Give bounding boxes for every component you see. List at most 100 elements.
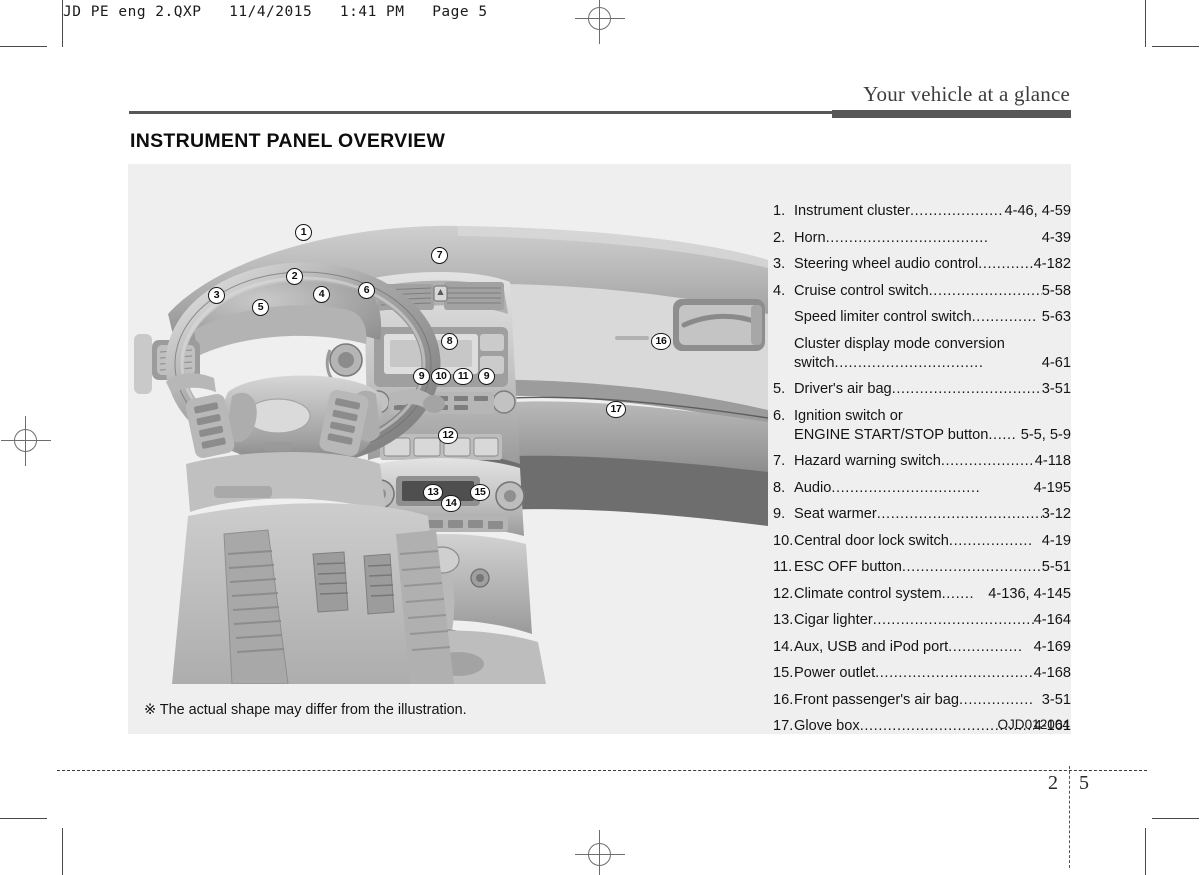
callout-8: 8: [441, 333, 458, 350]
index-label: Climate control system: [794, 585, 942, 602]
index-label: Cluster display mode conversion: [794, 335, 1005, 352]
index-item: 3. Steering wheel audio control ........…: [773, 255, 1071, 273]
page-title: INSTRUMENT PANEL OVERVIEW: [130, 130, 446, 152]
index-leader: ......................: [940, 453, 1035, 469]
callout-5: 5: [252, 299, 269, 316]
index-number: 12.: [773, 585, 794, 602]
index-item-sub: Cluster display mode conversion: [794, 335, 1071, 353]
index-label: ENGINE START/STOP button: [794, 426, 989, 443]
index-page-ref: 4-136, 4-145: [988, 585, 1071, 602]
index-number: 6.: [773, 407, 786, 424]
chapter-number: 2: [1048, 772, 1058, 794]
index-page-ref: 4-46, 4-59: [1004, 203, 1071, 219]
registration-mark-bottom: [575, 830, 625, 875]
index-leader: ............: [978, 256, 1034, 272]
index-number: 14.: [773, 638, 794, 655]
index-leader: ................................: [834, 354, 984, 371]
index-item: 13. Cigar lighter ......................…: [773, 611, 1071, 629]
illustration-footnote: ※ The actual shape may differ from the i…: [144, 702, 467, 718]
crop-mark-top-left-h: [0, 46, 47, 47]
index-number: 7.: [773, 453, 786, 469]
index-page-ref: 3-51: [1041, 691, 1071, 708]
index-label: Speed limiter control switch: [794, 309, 972, 325]
index-page-ref: 4-169: [1033, 638, 1071, 655]
index-page-ref: 4-182: [1033, 256, 1071, 272]
header-rule-thin: [129, 111, 832, 114]
index-number: 17.: [773, 718, 794, 734]
crop-mark-top-right-h: [1152, 46, 1199, 47]
figure-code: OJD012004: [997, 717, 1070, 732]
fold-dash-line: [57, 770, 1147, 771]
index-label: Ignition switch or: [794, 407, 903, 424]
index-item-sub: ENGINE START/STOP button ...... 5-5, 5-9: [794, 426, 1071, 444]
index-label: Cigar lighter: [794, 612, 873, 628]
index-number: 8.: [773, 479, 786, 496]
index-leader: ..............................: [901, 559, 1042, 575]
callout-7: 7: [431, 247, 448, 264]
index-leader: ..............: [971, 309, 1037, 325]
callout-4: 4: [313, 286, 330, 303]
index-number: 1.: [773, 203, 786, 219]
callout-13: 13: [423, 484, 443, 501]
index-item: 7. Hazard warning switch ...............…: [773, 452, 1071, 470]
index-item: 14. Aux, USB and iPod port .............…: [773, 638, 1071, 656]
index-label: Seat warmer: [794, 506, 877, 522]
index-item: 12. Climate control system ....... 4-136…: [773, 585, 1071, 603]
index-label: Cruise control switch: [794, 282, 929, 299]
header-rule-thick: [832, 110, 1071, 118]
callout-9-right: 9: [478, 368, 495, 385]
index-number: 13.: [773, 612, 794, 628]
index-number: 2.: [773, 229, 786, 246]
index-page-ref: 3-51: [1041, 381, 1071, 397]
callout-12: 12: [438, 427, 458, 444]
index-item: 4. Cruise control switch ...............…: [773, 282, 1071, 300]
index-number: 9.: [773, 506, 786, 522]
index-leader: ........................................: [876, 506, 1042, 522]
crop-mark-top-right-v: [1145, 0, 1146, 47]
index-page-ref: 4-61: [1041, 354, 1071, 371]
index-page-ref: 4-195: [1033, 479, 1071, 496]
index-page-ref: 4-168: [1033, 665, 1071, 681]
callout-2: 2: [286, 268, 303, 285]
page-number: 5: [1079, 772, 1089, 794]
callout-1: 1: [295, 224, 312, 241]
index-page-ref: 4-164: [1033, 612, 1071, 628]
index-leader: ................: [959, 691, 1034, 708]
callout-6: 6: [358, 282, 375, 299]
index-number: 4.: [773, 282, 786, 299]
index-leader: ...................................: [825, 229, 989, 246]
index-number: 5.: [773, 381, 786, 397]
index-page-ref: 5-51: [1041, 559, 1071, 575]
component-index-list: 1. Instrument cluster ..................…: [773, 202, 1071, 744]
callout-16: 16: [651, 333, 671, 350]
index-label: Power outlet: [794, 665, 876, 681]
content-panel: 1 2 3 4 5 6 7 8 9 10 11 9 12 13 14 15 16…: [128, 164, 1071, 734]
index-leader: ......................: [909, 203, 1005, 219]
index-label: Audio: [794, 479, 832, 496]
index-label: Front passenger's air bag: [794, 691, 960, 708]
index-leader: ................................: [831, 479, 981, 496]
index-item: 15. Power outlet .......................…: [773, 664, 1071, 682]
index-item: 1. Instrument cluster ..................…: [773, 202, 1071, 220]
callout-3: 3: [208, 287, 225, 304]
index-label: Hazard warning switch: [794, 453, 941, 469]
callout-10: 10: [431, 368, 451, 385]
index-label: switch: [794, 354, 835, 371]
index-item-sub: Speed limiter control switch ...........…: [794, 308, 1071, 326]
callout-9-left: 9: [413, 368, 430, 385]
index-label: Glove box: [794, 718, 860, 734]
index-leader: .......: [941, 585, 975, 602]
index-number: 11.: [773, 559, 793, 575]
index-leader: ......: [988, 426, 1017, 443]
registration-mark-top: [575, 0, 625, 44]
index-item-sub: switch ................................ …: [794, 354, 1071, 372]
index-number: 16.: [773, 691, 794, 708]
index-label: Driver's air bag: [794, 381, 892, 397]
index-label: ESC OFF button: [794, 559, 902, 575]
index-leader: ....................................: [872, 612, 1034, 628]
crop-mark-bottom-right-v: [1145, 828, 1146, 875]
index-label: Central door lock switch: [794, 532, 949, 549]
index-leader: ................: [948, 638, 1023, 655]
index-page-ref: 4-19: [1041, 532, 1071, 549]
index-page-ref: 4-39: [1041, 229, 1071, 246]
